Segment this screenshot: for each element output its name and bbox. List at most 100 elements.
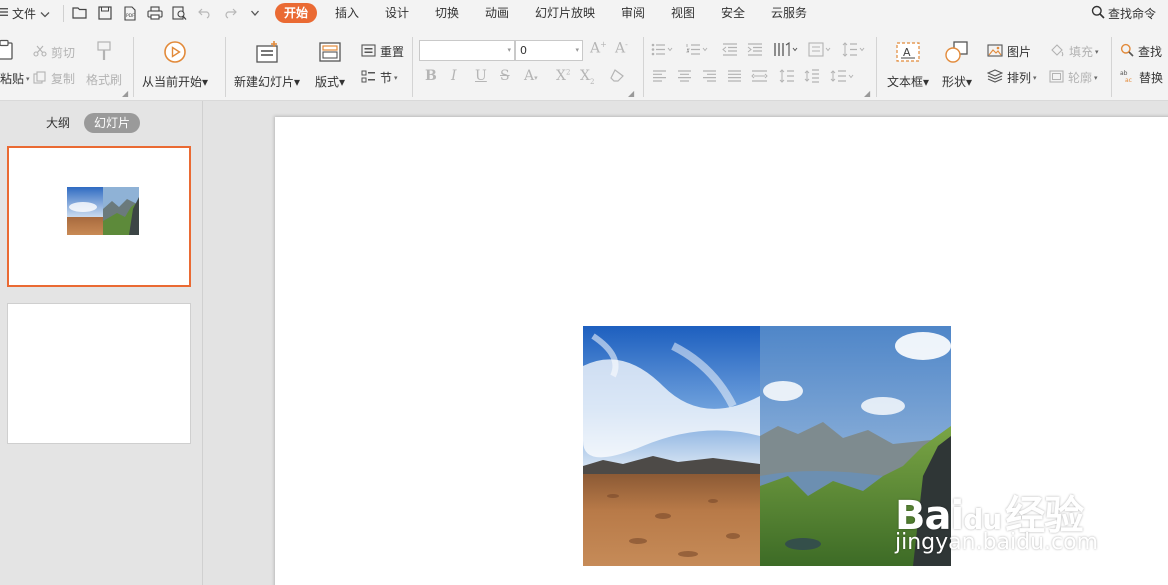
find-button[interactable]: 查找: [1120, 43, 1162, 60]
arrange-button[interactable]: 排列 ▾: [986, 69, 1037, 86]
section-button[interactable]: 节 ▾: [361, 69, 398, 86]
align-text-icon[interactable]: [808, 42, 832, 57]
tab-animations[interactable]: 动画: [485, 0, 509, 27]
picture-label: 图片: [1007, 45, 1032, 59]
new-slide-label: 新建幻灯片: [234, 75, 295, 89]
arrange-label: 排列: [1007, 71, 1032, 85]
paint-bucket-icon: [1049, 43, 1065, 60]
file-menu[interactable]: 文件: [0, 0, 50, 27]
column-spacing-icon[interactable]: [830, 69, 856, 83]
svg-text:ac: ac: [1125, 77, 1132, 83]
slide-navigation-panel: 大纲 幻灯片: [0, 101, 203, 585]
print-preview-icon[interactable]: [171, 4, 189, 22]
bullets-icon[interactable]: [651, 43, 673, 56]
copy-button[interactable]: 复制: [33, 70, 75, 87]
increase-indent-icon[interactable]: [747, 43, 763, 56]
save-icon[interactable]: [96, 4, 114, 22]
find-command-label: 查找命令: [1107, 7, 1156, 21]
text-direction-icon[interactable]: [773, 42, 799, 57]
tab-slides[interactable]: 幻灯片: [84, 113, 141, 133]
outline-button[interactable]: 轮廓 ▾: [1049, 69, 1098, 86]
textbox-button[interactable]: A 文本框 ▾: [887, 40, 929, 90]
distribute-icon[interactable]: [751, 70, 768, 82]
paste-label: 粘贴: [0, 72, 25, 86]
align-center-icon[interactable]: [677, 70, 692, 82]
picture-button[interactable]: 图片: [987, 43, 1031, 60]
tab-design[interactable]: 设计: [385, 0, 409, 27]
clipboard-dialog-launcher-icon[interactable]: ◢: [122, 89, 128, 98]
play-circle-icon: [163, 40, 187, 67]
decrease-indent-icon[interactable]: [722, 43, 738, 56]
font-dialog-launcher-icon[interactable]: ◢: [628, 89, 634, 98]
format-painter-label: 格式刷: [86, 73, 123, 87]
align-right-icon[interactable]: [702, 70, 717, 82]
font-name-combo[interactable]: ▾: [419, 40, 515, 61]
cut-button[interactable]: 剪切: [33, 44, 75, 61]
thumbnail-landscape-image: [67, 187, 139, 235]
svg-text:A: A: [903, 46, 911, 59]
new-slide-button[interactable]: 新建幻灯片 ▾: [234, 40, 300, 90]
tab-review[interactable]: 审阅: [621, 0, 645, 27]
align-left-icon[interactable]: [652, 70, 667, 82]
export-pdf-icon[interactable]: PDF: [121, 4, 139, 22]
font-color-icon[interactable]: A▾: [524, 68, 538, 84]
slide-thumbnail-2[interactable]: [7, 303, 191, 444]
font-size-combo[interactable]: 0 ▾: [515, 40, 583, 61]
shape-label: 形状: [942, 75, 967, 89]
line-spacing-icon[interactable]: [779, 69, 795, 83]
tab-outline[interactable]: 大纲: [46, 113, 70, 133]
bold-icon[interactable]: B: [425, 68, 437, 84]
undo-icon[interactable]: [196, 4, 214, 22]
redo-icon[interactable]: [221, 4, 239, 22]
fill-button[interactable]: 填充 ▾: [1049, 43, 1099, 60]
italic-icon[interactable]: I: [451, 68, 457, 84]
find-label: 查找: [1138, 45, 1163, 59]
subscript-icon[interactable]: X2: [580, 68, 594, 86]
start-from-current-label: 从当前开始: [142, 75, 203, 89]
group-divider: [876, 37, 877, 97]
numbering-icon[interactable]: [686, 43, 708, 56]
tab-cloud-services[interactable]: 云服务: [771, 0, 807, 27]
tab-security[interactable]: 安全: [721, 0, 745, 27]
tab-home[interactable]: 开始: [275, 3, 318, 23]
paste-button[interactable]: 粘贴 ▾: [0, 70, 30, 87]
tab-transitions[interactable]: 切换: [435, 0, 459, 27]
ribbon-toolbar: 粘贴 ▾ 剪切 复制 格式刷 ◢ 从当前开始 ▾ 新建幻灯片 ▾ 版式 ▾ 重置…: [0, 27, 1168, 101]
slide-thumbnail-1[interactable]: [7, 146, 191, 287]
tab-view[interactable]: 视图: [671, 0, 695, 27]
reset-button[interactable]: 重置: [361, 43, 404, 60]
line-spacing-menu-icon[interactable]: [842, 42, 866, 57]
layout-button[interactable]: 版式 ▾: [315, 40, 345, 90]
start-from-current-button[interactable]: 从当前开始 ▾: [142, 40, 208, 90]
paragraph-dialog-launcher-icon[interactable]: ◢: [864, 89, 870, 98]
increase-font-icon[interactable]: A+: [590, 40, 607, 57]
tab-insert[interactable]: 插入: [335, 0, 359, 27]
strikethrough-icon[interactable]: S: [500, 68, 510, 84]
open-folder-icon[interactable]: [71, 4, 89, 22]
copy-label: 复制: [51, 72, 76, 86]
scissors-icon: [33, 45, 47, 60]
paste-icon[interactable]: [0, 39, 16, 61]
replace-label: 替换: [1139, 71, 1164, 85]
menu-divider: [63, 5, 64, 22]
shapes-icon: [944, 40, 970, 67]
shape-button[interactable]: 形状 ▾: [942, 40, 972, 90]
print-icon[interactable]: [146, 4, 164, 22]
customize-toolbar-icon[interactable]: [246, 4, 264, 22]
paragraph-spacing-icon[interactable]: [804, 69, 820, 83]
find-command-button[interactable]: 查找命令: [1091, 0, 1156, 27]
tab-slideshow[interactable]: 幻灯片放映: [535, 0, 595, 27]
replace-button[interactable]: ab ac 替换: [1120, 69, 1163, 86]
menu-bar: 文件 PDF 开始 插入 设计 切换 动画 幻灯片放映 审阅 视图 安全 云服务…: [0, 0, 1168, 27]
outline-icon: [1049, 69, 1064, 86]
superscript-icon[interactable]: X2: [556, 68, 570, 84]
textbox-label: 文本框: [887, 75, 924, 89]
format-painter-button[interactable]: 格式刷: [86, 40, 122, 88]
clear-format-icon[interactable]: [609, 68, 625, 83]
underline-icon[interactable]: U: [475, 68, 487, 84]
group-divider: [1111, 37, 1112, 97]
chevron-down-icon: [40, 7, 50, 21]
svg-text:PDF: PDF: [126, 13, 135, 19]
justify-icon[interactable]: [727, 70, 742, 82]
decrease-font-icon[interactable]: A-: [615, 40, 628, 57]
